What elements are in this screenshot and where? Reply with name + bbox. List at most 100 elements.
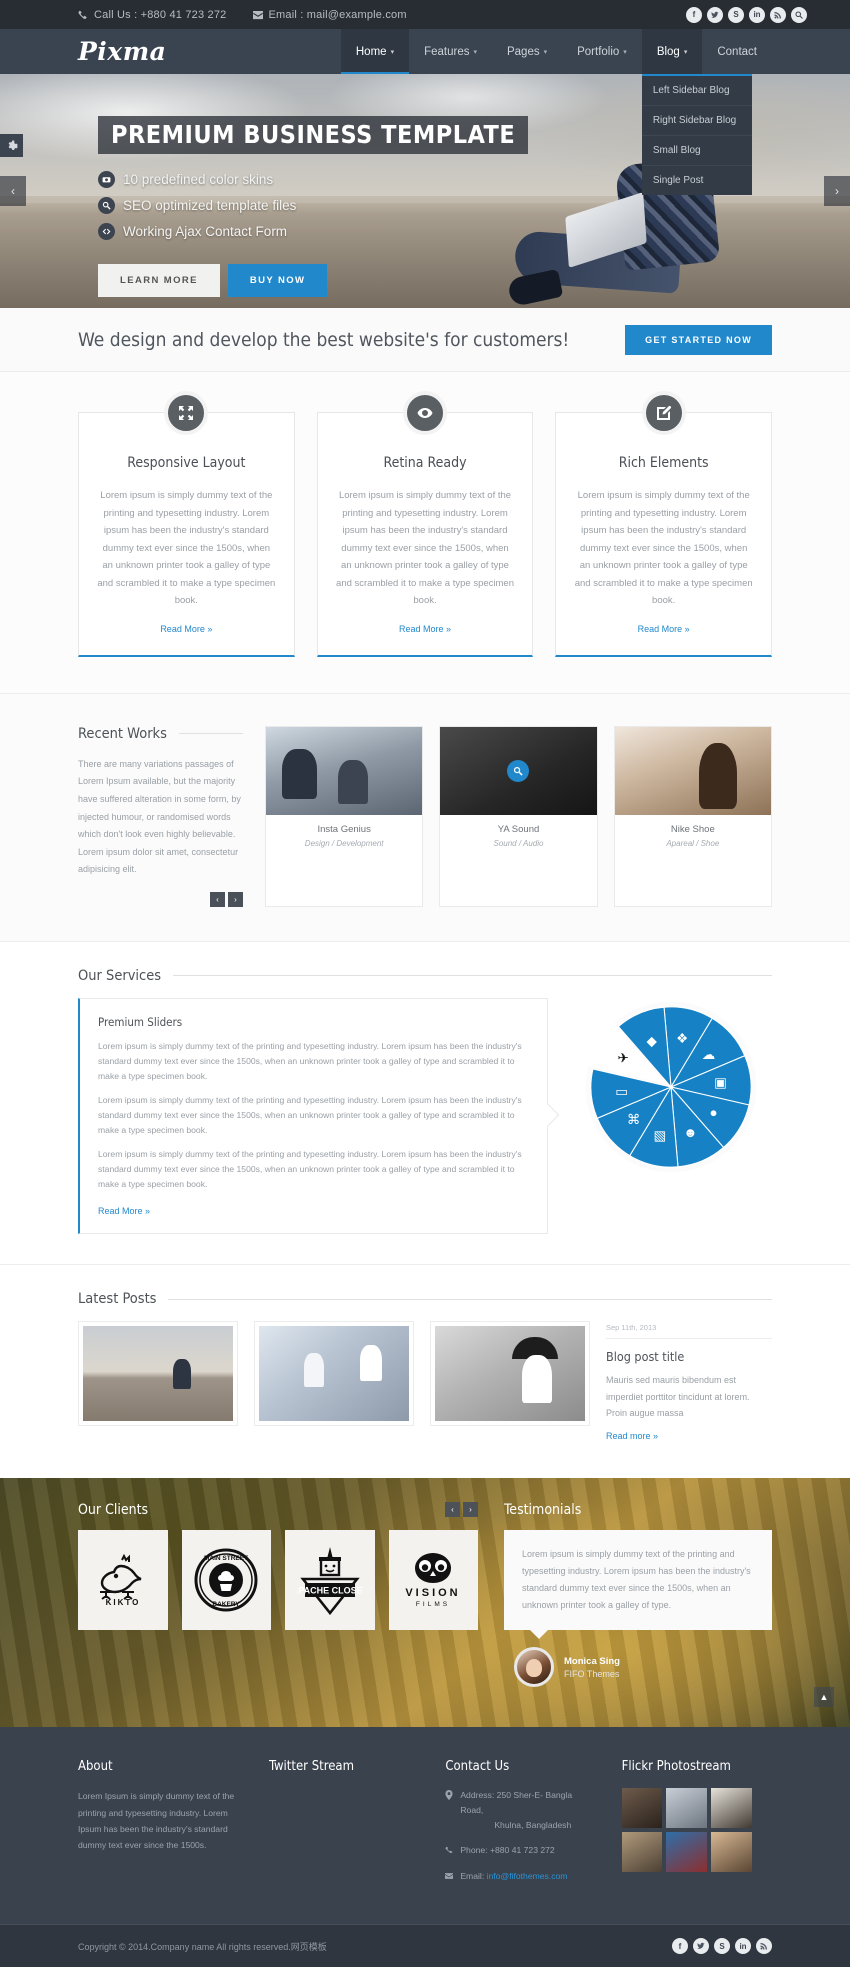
flickr-thumb[interactable] [710, 1788, 752, 1829]
zoom-magnifier-icon[interactable] [507, 759, 530, 782]
work-subtitle: Design / Development [304, 838, 384, 848]
search-icon [98, 197, 115, 214]
nav-item-features[interactable]: Features ▾ [409, 29, 492, 74]
nav-item-portfolio-label: Portfolio [577, 45, 620, 58]
skype-icon[interactable]: S [728, 6, 744, 23]
linkedin-icon[interactable]: in [735, 1938, 751, 1955]
flickr-thumb[interactable] [621, 1788, 663, 1829]
work-title: YA Sound [497, 823, 540, 835]
feature-read-more-link[interactable]: Read More » [399, 624, 451, 634]
work-item-nike-shoe[interactable]: Nike Shoe Apareal / Shoe [613, 725, 772, 907]
post-thumbnail-1[interactable] [78, 1321, 238, 1427]
recent-works-prev-button[interactable]: ‹ [210, 891, 225, 907]
recent-works-next-button[interactable]: › [228, 891, 243, 907]
work-thumbnail [440, 726, 597, 815]
skype-icon[interactable]: S [714, 1938, 730, 1955]
dropdown-item-small-blog[interactable]: Small Blog [641, 136, 752, 166]
rss-icon[interactable] [770, 6, 786, 23]
search-icon[interactable] [791, 6, 807, 23]
map-pin-icon [445, 1790, 453, 1801]
services-pie-wheel[interactable]: ❖ ☁ ▣ ● ☻ ▧ ⌘ ▭ ✈ ◆ [582, 998, 760, 1176]
owl-logo-icon: VISION FILMS [406, 1552, 461, 1608]
work-item-insta-genius[interactable]: Insta Genius Design / Development [265, 725, 424, 907]
post-read-more-link[interactable]: Read more » [606, 1431, 658, 1441]
theme-settings-gear-button[interactable] [0, 134, 23, 157]
hero-bullet-2: SEO optimized template files [98, 197, 528, 214]
envelope-icon [252, 10, 263, 19]
hero-bullet-1-label: 10 predefined color skins [123, 172, 274, 187]
testimonials-column: Testimonials Lorem ipsum is simply dummy… [504, 1502, 772, 1688]
work-subtitle: Apareal / Shoe [666, 838, 720, 848]
flickr-thumb[interactable] [710, 1832, 752, 1873]
post-title[interactable]: Blog post title [606, 1349, 772, 1364]
footer-contact-column: Contact Us Address: 250 Sher-E- Bangla R… [445, 1759, 595, 1894]
twitter-icon[interactable] [693, 1938, 709, 1955]
post-thumbnail-3[interactable] [430, 1321, 590, 1427]
footer-email: Email: info@fifothemes.com [445, 1869, 595, 1884]
topbar-phone-label: Call Us : +880 41 723 272 [94, 8, 227, 21]
svg-text:VISION: VISION [406, 1587, 461, 1599]
linkedin-icon[interactable]: in [749, 6, 765, 23]
service-panel-pointer [536, 1103, 560, 1127]
copyright-bar: Copyright © 2014.Company name All rights… [0, 1924, 850, 1968]
services-header: Our Services [78, 968, 772, 984]
dropdown-item-left-sidebar-blog[interactable]: Left Sidebar Blog [641, 76, 752, 106]
feature-read-more-link[interactable]: Read More » [160, 624, 212, 634]
feature-read-more-link[interactable]: Read More » [638, 624, 690, 634]
work-thumbnail [614, 726, 771, 815]
footer-email-link[interactable]: info@fifothemes.com [487, 1871, 568, 1881]
client-logo-apache-closet[interactable]: APACHE CLOSET [285, 1529, 375, 1630]
client-logo-vision-films[interactable]: VISION FILMS [388, 1529, 478, 1630]
flickr-photostream-grid [621, 1788, 752, 1873]
wheel-segment-icon-9: ◆ [646, 1034, 656, 1049]
twitter-icon[interactable] [707, 6, 723, 23]
site-footer: About Lorem Ipsum is simply dummy text o… [0, 1727, 850, 1925]
get-started-now-button[interactable]: GET STARTED NOW [625, 324, 772, 355]
heading-rule [173, 975, 772, 977]
cupcake-badge-icon: MAIN STREET BAKERY [194, 1548, 258, 1612]
facebook-icon[interactable]: f [672, 1938, 688, 1955]
wheel-segment-icon-7: ▭ [615, 1084, 628, 1099]
wheel-segment-icon-1: ☁ [702, 1047, 715, 1062]
service-paragraph-2: Lorem ipsum is simply dummy text of the … [98, 1094, 522, 1135]
nav-item-portfolio[interactable]: Portfolio ▾ [562, 29, 642, 74]
footer-contact-heading: Contact Us [445, 1759, 510, 1775]
work-item-ya-sound[interactable]: YA Sound Sound / Audio [439, 725, 598, 907]
dropdown-item-right-sidebar-blog[interactable]: Right Sidebar Blog [641, 106, 752, 136]
footer-about-heading: About [78, 1759, 113, 1775]
svg-text:MAIN STREET: MAIN STREET [204, 1555, 248, 1562]
hero-prev-arrow[interactable]: ‹ [0, 176, 26, 206]
client-logo-main-street-bakery[interactable]: MAIN STREET BAKERY [181, 1529, 271, 1630]
hero-bullet-3: Working Ajax Contact Form [98, 223, 528, 240]
hero-content: PREMIUM BUSINESS TEMPLATE 10 predefined … [98, 116, 529, 297]
post-thumbnail-2[interactable] [254, 1321, 414, 1427]
flickr-thumb[interactable] [666, 1788, 707, 1829]
flickr-thumb[interactable] [666, 1832, 707, 1873]
eye-icon [403, 391, 447, 435]
learn-more-button[interactable]: LEARN MORE [98, 264, 220, 297]
facebook-icon[interactable]: f [686, 6, 702, 23]
service-paragraph-1: Lorem ipsum is simply dummy text of the … [98, 1040, 522, 1081]
chevron-down-icon: ▾ [683, 48, 688, 56]
chevron-down-icon: ▾ [473, 48, 477, 56]
flickr-thumb[interactable] [621, 1832, 663, 1873]
features-section: Responsive Layout Lorem ipsum is simply … [0, 372, 850, 694]
nav-item-blog[interactable]: Blog ▾ Left Sidebar Blog Right Sidebar B… [641, 29, 752, 195]
service-panel-premium-sliders: Premium Sliders Lorem ipsum is simply du… [78, 997, 560, 1235]
nav-item-features-label: Features [424, 45, 470, 58]
dropdown-item-single-post[interactable]: Single Post [642, 166, 752, 195]
clients-next-button[interactable]: › [463, 1502, 478, 1518]
clients-prev-button[interactable]: ‹ [445, 1502, 460, 1518]
client-logo-kikto[interactable]: KIKTO [78, 1529, 168, 1630]
rss-icon[interactable] [756, 1938, 772, 1955]
nav-item-pages[interactable]: Pages ▾ [492, 29, 562, 74]
nav-item-contact[interactable]: Contact [702, 29, 772, 74]
service-read-more-link[interactable]: Read More » [98, 1206, 150, 1216]
work-title: Insta Genius [317, 823, 371, 835]
testimonial-author: Monica Sing FIFO Themes [514, 1647, 772, 1688]
site-logo[interactable]: Pixma [78, 37, 166, 66]
hero-next-arrow[interactable]: › [824, 176, 850, 206]
buy-now-button[interactable]: BUY NOW [227, 264, 328, 297]
nav-item-home[interactable]: Home ▾ [340, 29, 410, 74]
scroll-to-top-button[interactable]: ▲ [814, 1687, 834, 1708]
